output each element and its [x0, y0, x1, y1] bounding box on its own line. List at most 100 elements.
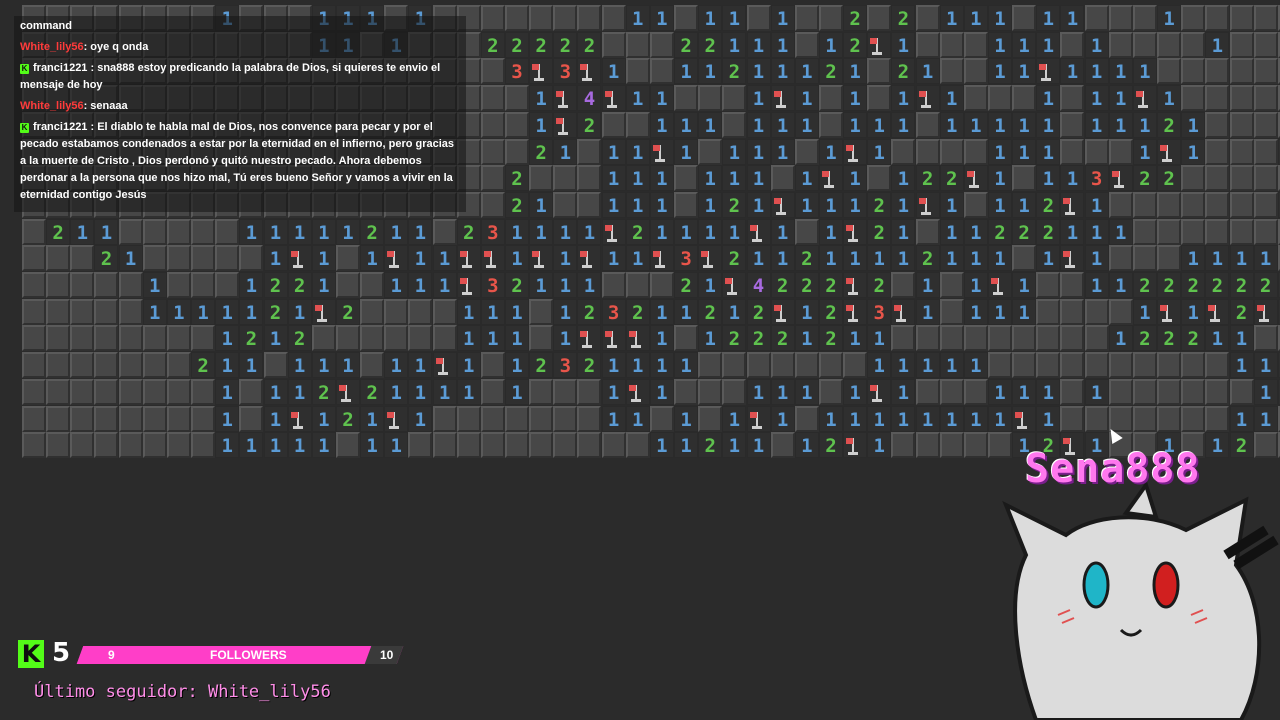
covered-cell[interactable]	[1108, 352, 1133, 379]
number-cell[interactable]: 1	[360, 432, 385, 459]
covered-cell[interactable]	[432, 432, 457, 459]
number-cell[interactable]: 1	[1036, 31, 1061, 58]
covered-cell[interactable]	[118, 298, 143, 325]
number-cell[interactable]: 1	[408, 218, 433, 245]
covered-cell[interactable]	[480, 58, 505, 85]
covered-cell[interactable]	[1132, 5, 1157, 31]
covered-cell[interactable]	[1060, 325, 1085, 352]
covered-cell[interactable]	[722, 111, 747, 138]
covered-cell[interactable]	[505, 405, 529, 432]
number-cell[interactable]: 1	[649, 5, 674, 31]
covered-cell[interactable]	[891, 432, 916, 459]
number-cell[interactable]: 2	[1181, 325, 1206, 352]
number-cell[interactable]: 1	[891, 191, 916, 218]
number-cell[interactable]: 3	[553, 58, 578, 85]
number-cell[interactable]: 1	[1012, 298, 1037, 325]
covered-cell[interactable]	[1036, 352, 1061, 379]
covered-cell[interactable]	[239, 378, 264, 405]
number-cell[interactable]: 1	[1157, 85, 1182, 112]
covered-cell[interactable]	[1181, 191, 1206, 218]
number-cell[interactable]: 1	[649, 352, 674, 379]
flagged-cell[interactable]	[577, 245, 602, 272]
flagged-cell[interactable]	[770, 85, 795, 112]
covered-cell[interactable]	[867, 5, 892, 31]
number-cell[interactable]: 1	[1205, 31, 1230, 58]
covered-cell[interactable]	[46, 378, 71, 405]
flagged-cell[interactable]	[311, 298, 336, 325]
number-cell[interactable]: 1	[1060, 165, 1085, 192]
number-cell[interactable]: 1	[963, 5, 988, 31]
covered-cell[interactable]	[94, 298, 119, 325]
covered-cell[interactable]	[1181, 58, 1206, 85]
number-cell[interactable]: 1	[963, 218, 988, 245]
number-cell[interactable]: 1	[1229, 405, 1254, 432]
covered-cell[interactable]	[1060, 405, 1085, 432]
number-cell[interactable]: 1	[843, 325, 868, 352]
covered-cell[interactable]	[649, 405, 674, 432]
covered-cell[interactable]	[1060, 111, 1085, 138]
number-cell[interactable]: 1	[1084, 31, 1109, 58]
covered-cell[interactable]	[1205, 352, 1230, 379]
covered-cell[interactable]	[915, 138, 940, 165]
number-cell[interactable]: 3	[553, 352, 578, 379]
flagged-cell[interactable]	[867, 31, 892, 58]
flagged-cell[interactable]	[988, 272, 1012, 298]
number-cell[interactable]: 2	[335, 405, 360, 432]
covered-cell[interactable]	[577, 378, 602, 405]
covered-cell[interactable]	[553, 165, 578, 192]
number-cell[interactable]: 1	[408, 378, 433, 405]
number-cell[interactable]: 1	[939, 85, 964, 112]
number-cell[interactable]: 1	[843, 191, 868, 218]
covered-cell[interactable]	[263, 352, 288, 379]
number-cell[interactable]: 2	[722, 191, 747, 218]
covered-cell[interactable]	[746, 352, 771, 379]
covered-cell[interactable]	[577, 432, 602, 459]
covered-cell[interactable]	[360, 325, 385, 352]
covered-cell[interactable]	[963, 31, 988, 58]
covered-cell[interactable]	[1157, 245, 1182, 272]
number-cell[interactable]: 1	[311, 218, 336, 245]
covered-cell[interactable]	[1084, 5, 1109, 31]
covered-cell[interactable]	[1205, 191, 1230, 218]
number-cell[interactable]: 1	[1229, 245, 1254, 272]
covered-cell[interactable]	[698, 378, 723, 405]
covered-cell[interactable]	[215, 272, 240, 298]
covered-cell[interactable]	[529, 325, 554, 352]
number-cell[interactable]: 3	[867, 298, 892, 325]
covered-cell[interactable]	[215, 218, 240, 245]
number-cell[interactable]: 2	[505, 272, 529, 298]
number-cell[interactable]: 1	[939, 191, 964, 218]
covered-cell[interactable]	[1108, 378, 1133, 405]
number-cell[interactable]: 1	[1036, 111, 1061, 138]
number-cell[interactable]: 2	[529, 138, 554, 165]
number-cell[interactable]: 1	[263, 432, 288, 459]
number-cell[interactable]: 1	[625, 352, 650, 379]
covered-cell[interactable]	[553, 405, 578, 432]
number-cell[interactable]: 1	[794, 165, 819, 192]
covered-cell[interactable]	[625, 31, 650, 58]
covered-cell[interactable]	[794, 138, 819, 165]
number-cell[interactable]: 1	[553, 325, 578, 352]
number-cell[interactable]: 1	[1132, 58, 1157, 85]
number-cell[interactable]: 1	[722, 165, 747, 192]
number-cell[interactable]: 1	[963, 298, 988, 325]
number-cell[interactable]: 2	[722, 325, 747, 352]
number-cell[interactable]: 1	[384, 272, 409, 298]
covered-cell[interactable]	[1253, 138, 1278, 165]
number-cell[interactable]: 1	[746, 138, 771, 165]
number-cell[interactable]: 2	[456, 218, 481, 245]
number-cell[interactable]: 1	[746, 432, 771, 459]
covered-cell[interactable]	[408, 325, 433, 352]
number-cell[interactable]: 1	[867, 325, 892, 352]
number-cell[interactable]: 1	[1060, 218, 1085, 245]
number-cell[interactable]: 1	[480, 325, 505, 352]
number-cell[interactable]: 1	[770, 111, 795, 138]
flagged-cell[interactable]	[384, 245, 409, 272]
covered-cell[interactable]	[1205, 5, 1230, 31]
number-cell[interactable]: 1	[505, 245, 529, 272]
covered-cell[interactable]	[239, 245, 264, 272]
number-cell[interactable]: 1	[1229, 325, 1254, 352]
number-cell[interactable]: 1	[891, 111, 916, 138]
number-cell[interactable]: 2	[360, 218, 385, 245]
flagged-cell[interactable]	[818, 165, 843, 192]
